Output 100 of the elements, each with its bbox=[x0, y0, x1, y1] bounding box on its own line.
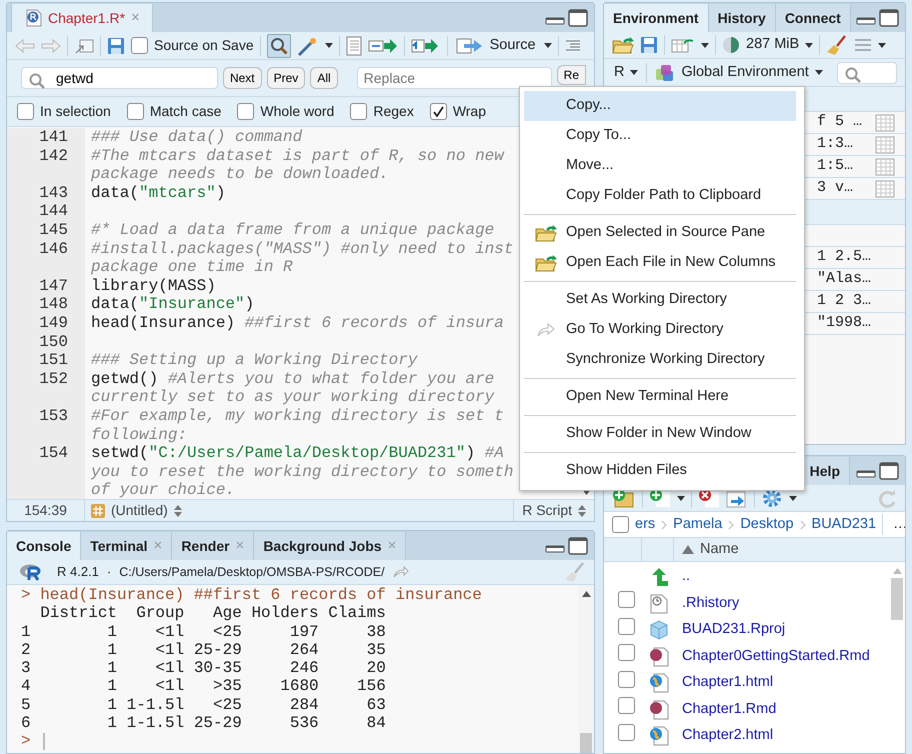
pane-tab[interactable]: History bbox=[708, 4, 776, 32]
file-link[interactable]: Chapter1.Rmd bbox=[682, 698, 776, 721]
file-link[interactable]: Chapter2.html bbox=[682, 725, 774, 748]
checkbox[interactable] bbox=[618, 724, 635, 741]
popout-icon[interactable] bbox=[74, 36, 94, 54]
pane-tab[interactable]: Environment bbox=[604, 4, 709, 32]
table-icon[interactable] bbox=[875, 158, 895, 176]
maximize-icon[interactable] bbox=[568, 9, 588, 27]
menu-item[interactable]: Go To Working Directory bbox=[524, 315, 796, 345]
caret-icon[interactable] bbox=[805, 42, 814, 48]
menu-item[interactable]: Move... bbox=[524, 151, 796, 181]
breadcrumb-link[interactable]: Desktop bbox=[740, 514, 794, 536]
broom-icon[interactable] bbox=[826, 34, 848, 56]
find-button[interactable]: All bbox=[310, 67, 338, 89]
list-icon[interactable] bbox=[854, 38, 872, 52]
select-all-checkbox[interactable] bbox=[612, 516, 629, 533]
replace-field[interactable]: Replace bbox=[356, 67, 552, 89]
replace-action-button[interactable]: Re bbox=[556, 65, 586, 85]
magic-wand-icon[interactable] bbox=[296, 36, 319, 56]
file-link[interactable]: .. bbox=[682, 566, 690, 588]
scope-selector[interactable]: (Untitled) bbox=[91, 500, 182, 521]
checkbox[interactable] bbox=[131, 37, 148, 54]
menu-item[interactable]: Copy... bbox=[524, 91, 796, 121]
caret-icon[interactable] bbox=[701, 42, 709, 48]
maximize-icon[interactable] bbox=[568, 537, 588, 555]
file-link[interactable]: Chapter0GettingStarted.Rmd bbox=[682, 646, 870, 668]
search-field[interactable] bbox=[836, 62, 897, 84]
checkbox[interactable] bbox=[618, 618, 635, 635]
goto-directory-icon[interactable] bbox=[392, 566, 409, 578]
file-link[interactable]: BUAD231.Rproj bbox=[682, 619, 786, 642]
menu-item[interactable]: Copy To... bbox=[524, 121, 796, 151]
pane-tab[interactable]: Terminal × bbox=[81, 532, 172, 560]
menu-item[interactable]: Set As Working Directory bbox=[524, 285, 796, 315]
source-on-save-checkbox[interactable]: Source on Save bbox=[131, 35, 254, 56]
checkbox[interactable] bbox=[17, 103, 34, 120]
caret-icon[interactable] bbox=[677, 496, 685, 500]
caret-icon[interactable] bbox=[814, 70, 823, 75]
new-folder-icon[interactable] bbox=[612, 488, 636, 508]
caret-icon[interactable] bbox=[878, 42, 886, 48]
pane-tab[interactable]: Connect bbox=[776, 4, 851, 32]
caret-icon[interactable] bbox=[324, 43, 333, 48]
find-toggle-button[interactable] bbox=[266, 34, 291, 58]
maximize-icon[interactable] bbox=[879, 462, 899, 480]
find-button[interactable]: Prev bbox=[266, 67, 306, 89]
scrollbar[interactable] bbox=[578, 585, 594, 753]
rerun-icon[interactable] bbox=[410, 36, 441, 54]
import-dataset-icon[interactable] bbox=[671, 37, 695, 53]
menu-item[interactable]: Open Selected in Source Pane bbox=[524, 218, 796, 248]
folder-icon[interactable] bbox=[535, 224, 557, 242]
scrollbar-thumb[interactable] bbox=[891, 578, 903, 620]
outline-icon[interactable] bbox=[564, 38, 581, 52]
menu-item[interactable]: Show Folder in New Window bbox=[524, 419, 796, 449]
pane-tab[interactable]: Render × bbox=[172, 532, 254, 560]
checkbox[interactable] bbox=[237, 103, 254, 120]
scroll-up-icon[interactable] bbox=[582, 591, 590, 597]
caret-icon[interactable] bbox=[630, 70, 638, 75]
menu-item[interactable]: Open Each File in New Columns bbox=[524, 248, 796, 278]
scrollbar-thumb[interactable] bbox=[580, 733, 592, 753]
save-icon[interactable] bbox=[107, 36, 125, 54]
language-dropdown[interactable]: R bbox=[614, 62, 638, 84]
table-icon[interactable] bbox=[875, 180, 895, 198]
file-tab[interactable]: Chapter1.R* × bbox=[11, 4, 153, 32]
pane-tab[interactable]: Background Jobs × bbox=[254, 532, 406, 560]
chevron-icon bbox=[661, 520, 668, 530]
breadcrumb-link[interactable]: BUAD231 bbox=[812, 514, 876, 536]
file-type-selector[interactable]: R Script bbox=[513, 500, 594, 521]
open-folder-icon[interactable] bbox=[612, 36, 634, 54]
menu-item[interactable]: Synchronize Working Directory bbox=[524, 345, 796, 375]
source-button[interactable]: Source bbox=[454, 34, 538, 56]
checkbox[interactable] bbox=[618, 697, 635, 714]
pane-tab[interactable]: Console bbox=[7, 532, 82, 560]
caret-icon[interactable] bbox=[544, 43, 552, 48]
r-file-icon bbox=[26, 9, 42, 27]
menu-item[interactable]: Show Hidden Files bbox=[524, 456, 796, 486]
checkbox[interactable] bbox=[618, 591, 635, 608]
checkbox[interactable] bbox=[618, 670, 635, 688]
file-link[interactable]: Chapter1.html bbox=[682, 672, 774, 694]
caret-icon[interactable] bbox=[789, 496, 797, 500]
sort-arrows-icon[interactable] bbox=[174, 504, 182, 518]
checkbox[interactable] bbox=[618, 644, 635, 662]
notebook-icon[interactable] bbox=[346, 36, 362, 56]
name-column-header[interactable]: Name bbox=[682, 538, 739, 560]
checkbox[interactable] bbox=[430, 103, 447, 120]
save-icon[interactable] bbox=[640, 36, 658, 54]
sort-arrows-icon[interactable] bbox=[578, 504, 586, 518]
breadcrumb-link[interactable]: ers bbox=[635, 514, 656, 536]
file-link[interactable]: .Rhistory bbox=[682, 592, 740, 615]
find-button[interactable]: Next bbox=[222, 67, 262, 89]
menu-item[interactable]: Open New Terminal Here bbox=[524, 382, 796, 412]
run-line-icon[interactable] bbox=[368, 36, 398, 54]
table-icon[interactable] bbox=[875, 114, 895, 132]
checkbox[interactable] bbox=[126, 103, 144, 120]
maximize-icon[interactable] bbox=[879, 9, 899, 27]
table-icon[interactable] bbox=[875, 136, 895, 154]
menu-item[interactable]: Copy Folder Path to Clipboard bbox=[524, 181, 796, 211]
search-field[interactable]: getwd bbox=[21, 67, 218, 89]
folder-icon[interactable] bbox=[535, 254, 557, 272]
checkbox[interactable] bbox=[350, 103, 368, 120]
environment-dropdown[interactable]: Global Environment bbox=[655, 62, 823, 84]
breadcrumb-link[interactable]: Pamela bbox=[673, 514, 722, 536]
